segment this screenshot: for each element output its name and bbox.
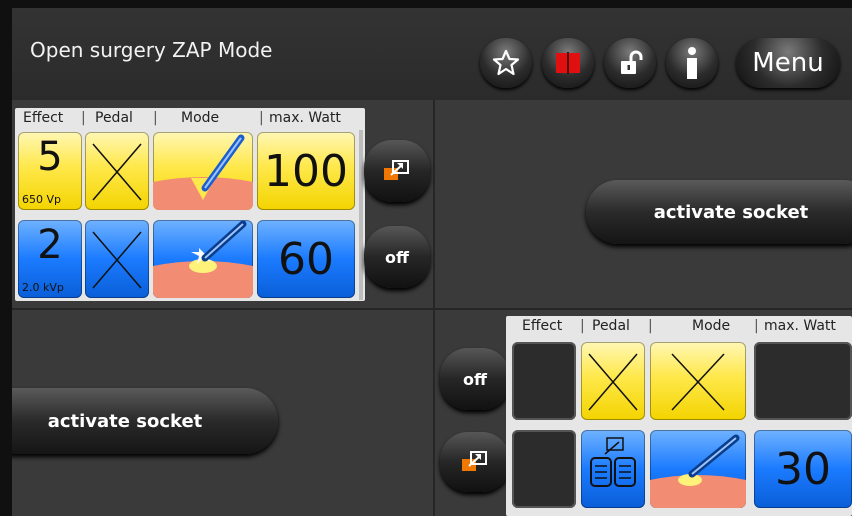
book-icon — [556, 52, 580, 74]
effect-value: 2 — [37, 222, 63, 268]
cross-icon — [92, 231, 142, 289]
manual-button[interactable] — [542, 38, 594, 88]
mode-cell[interactable] — [650, 342, 746, 420]
activate-socket-button[interactable]: activate socket — [12, 388, 278, 454]
mode-cell[interactable] — [650, 430, 746, 508]
watt-value: 30 — [775, 444, 831, 495]
off-button[interactable]: off — [440, 348, 510, 410]
column-header-watt: max. Watt — [269, 110, 341, 126]
effect-cell[interactable]: 5 650 Vp — [18, 132, 82, 210]
header-separator: | — [648, 318, 653, 334]
column-header-mode: Mode — [181, 110, 220, 126]
effect-cell-empty[interactable] — [512, 430, 576, 508]
swap-button[interactable] — [364, 140, 430, 202]
swap-icon — [462, 451, 487, 471]
pedal-cell[interactable] — [85, 220, 149, 298]
header-separator: | — [259, 110, 264, 126]
swap-icon — [384, 160, 409, 180]
lock-button[interactable] — [604, 38, 656, 88]
cross-icon — [671, 353, 725, 411]
column-header-pedal: Pedal — [95, 110, 133, 126]
effect-voltage: 650 Vp — [22, 193, 61, 206]
effect-cell-empty[interactable] — [512, 342, 576, 420]
favorites-button[interactable] — [480, 38, 532, 88]
header-separator: | — [81, 110, 86, 126]
header-separator: | — [754, 318, 759, 334]
menu-button[interactable]: Menu — [736, 38, 840, 88]
cross-icon — [588, 353, 638, 411]
column-header-effect: Effect — [23, 110, 64, 126]
cut-mode-icon — [153, 134, 253, 210]
column-header-watt: max. Watt — [764, 318, 836, 334]
page-title: Open surgery ZAP Mode — [30, 38, 273, 62]
screen: Open surgery ZAP Mode Menu Effect | Peda… — [12, 8, 852, 516]
effect-cell[interactable]: 2 2.0 kVp — [18, 220, 82, 298]
off-button[interactable]: off — [364, 226, 430, 288]
horizontal-divider — [12, 308, 852, 310]
watt-value: 100 — [264, 146, 348, 197]
column-header-pedal: Pedal — [592, 318, 630, 334]
scrollbar[interactable] — [359, 130, 363, 300]
header-bar: Open surgery ZAP Mode Menu — [12, 8, 852, 100]
coag-mode-icon — [650, 434, 746, 508]
pedal-cell[interactable] — [85, 132, 149, 210]
watt-value: 60 — [278, 234, 334, 285]
star-icon — [492, 49, 520, 76]
mode-cell[interactable] — [153, 132, 253, 210]
column-header-mode: Mode — [692, 318, 731, 334]
header-separator: | — [153, 110, 158, 126]
mode-cell[interactable] — [153, 220, 253, 298]
swap-button[interactable] — [440, 432, 510, 492]
pedal-icon — [590, 437, 636, 487]
pedal-cell[interactable] — [581, 430, 645, 508]
coag-mode-icon — [153, 220, 253, 298]
watt-cell[interactable]: 30 — [754, 430, 852, 508]
watt-cell-empty[interactable] — [754, 342, 852, 420]
effect-value: 5 — [37, 134, 63, 180]
pedal-cell[interactable] — [581, 342, 645, 420]
socket-panel-top-left: Effect | Pedal | Mode | max. Watt 5 650 … — [15, 108, 365, 301]
column-header-effect: Effect — [522, 318, 563, 334]
unlock-icon — [621, 50, 643, 74]
effect-voltage: 2.0 kVp — [22, 281, 64, 294]
info-icon — [687, 47, 697, 79]
socket-panel-bottom-right: Effect | Pedal | Mode | max. Watt 30 — [506, 316, 852, 516]
cross-icon — [92, 143, 142, 201]
activate-socket-button[interactable]: activate socket — [586, 180, 852, 244]
watt-cell[interactable]: 100 — [257, 132, 355, 210]
watt-cell[interactable]: 60 — [257, 220, 355, 298]
header-separator: | — [580, 318, 585, 334]
info-button[interactable] — [666, 38, 718, 88]
